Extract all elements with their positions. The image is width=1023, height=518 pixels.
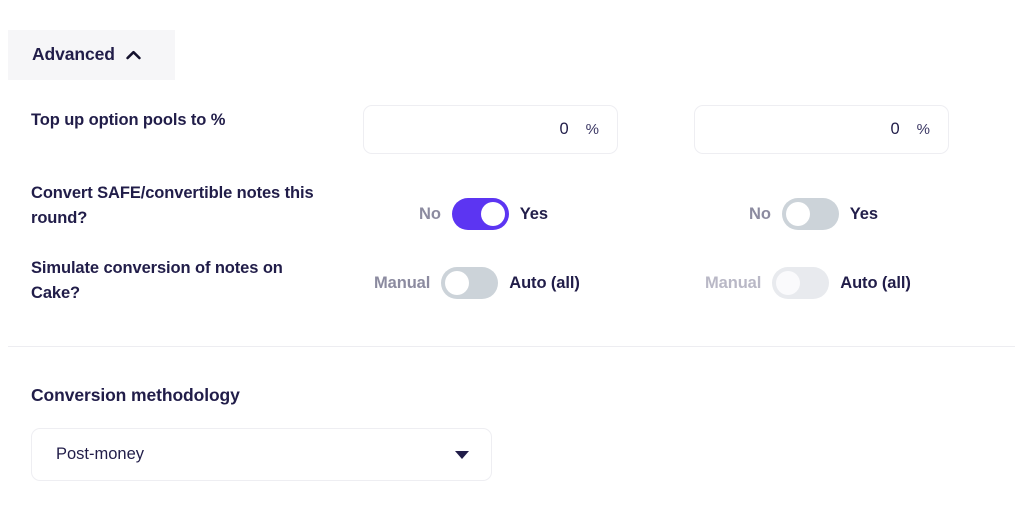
simulate-conversion-off-label-col1: Manual: [374, 273, 431, 292]
convert-notes-on-label-col2: Yes: [849, 204, 878, 223]
percent-unit-col2: %: [916, 121, 930, 138]
conversion-methodology-select[interactable]: Post-money: [31, 428, 492, 481]
simulate-conversion-on-label-col2: Auto (all): [840, 273, 911, 292]
option-pool-input-col1[interactable]: 0 %: [363, 105, 618, 154]
simulate-conversion-toggle-col1: Manual Auto (all): [374, 267, 580, 299]
simulate-conversion-switch-col1[interactable]: [441, 267, 499, 299]
option-pool-value-col1: 0: [559, 120, 569, 139]
simulate-conversion-toggle-col2: Manual Auto (all): [705, 267, 911, 299]
simulate-conversion-on-label-col1: Auto (all): [509, 273, 580, 292]
switch-knob: [776, 271, 801, 295]
switch-knob: [445, 271, 470, 295]
percent-unit-col1: %: [585, 121, 599, 138]
convert-notes-on-label-col1: Yes: [519, 204, 548, 223]
convert-notes-toggle-col1: No Yes: [419, 198, 548, 230]
simulate-conversion-off-label-col2: Manual: [705, 273, 762, 292]
convert-notes-switch-col1[interactable]: [451, 198, 509, 230]
convert-notes-toggle-col2: No Yes: [749, 198, 878, 230]
section-divider: [8, 346, 1015, 347]
convert-notes-switch-col2[interactable]: [781, 198, 839, 230]
option-pool-input-col2[interactable]: 0 %: [694, 105, 949, 154]
switch-knob: [785, 202, 810, 226]
convert-notes-off-label-col1: No: [419, 204, 441, 223]
conversion-methodology-selected-value: Post-money: [56, 445, 145, 464]
advanced-section-toggle[interactable]: Advanced: [8, 30, 175, 80]
convert-notes-off-label-col2: No: [749, 204, 771, 223]
caret-down-icon: [455, 450, 469, 459]
row-label-convert-safe-notes: Convert SAFE/convertible notes this roun…: [31, 184, 314, 227]
simulate-conversion-switch-col2[interactable]: [772, 267, 830, 299]
conversion-methodology-title: Conversion methodology: [31, 385, 240, 405]
switch-knob: [480, 202, 505, 226]
chevron-up-icon: [126, 50, 141, 60]
advanced-section-label: Advanced: [32, 44, 115, 65]
row-label-top-up-option-pools: Top up option pools to %: [31, 111, 226, 129]
option-pool-value-col2: 0: [890, 120, 900, 139]
row-label-simulate-conversion: Simulate conversion of notes on Cake?: [31, 259, 283, 302]
